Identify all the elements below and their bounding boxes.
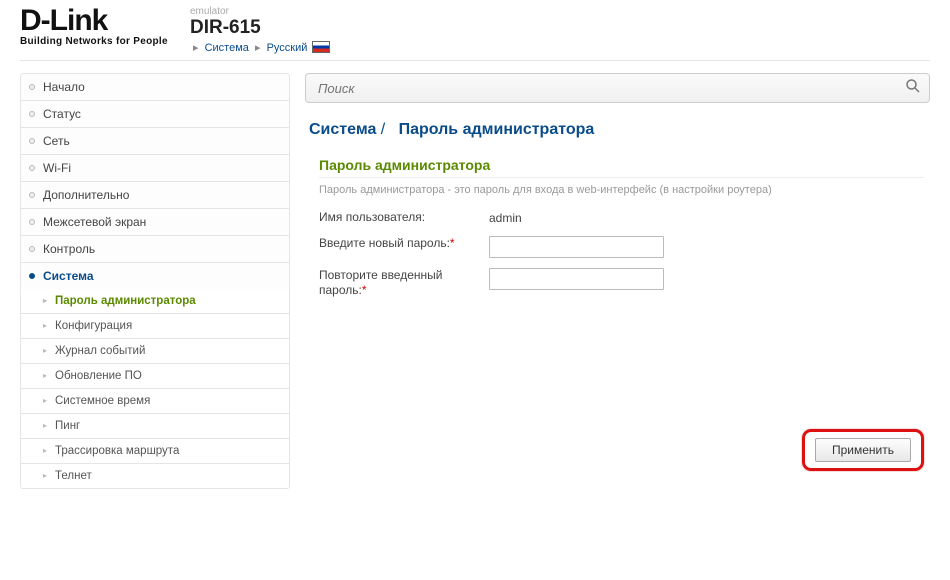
sidebar-subitem-label: Журнал событий [55, 345, 145, 357]
chevron-right-icon: ▸ [255, 42, 261, 54]
admin-password-panel: Пароль администратора Пароль администрат… [305, 157, 930, 299]
bullet-icon [29, 192, 35, 198]
bullet-icon [29, 111, 35, 117]
sidebar-item[interactable]: Wi-Fi [21, 155, 289, 181]
logo-tagline: Building Networks for People [20, 36, 185, 47]
highlight-annotation: Применить [802, 429, 924, 471]
sidebar: Начало Статус Сеть Wi-Fi Дополнительно Межсет… [20, 73, 290, 489]
panel-description: Пароль администратора - это пароль для в… [319, 184, 924, 196]
username-label: Имя пользователя: [319, 210, 489, 226]
search-icon[interactable] [905, 78, 921, 99]
sidebar-subitem-label: Системное время [55, 395, 150, 407]
page-title: Система / Пароль администратора [309, 121, 930, 139]
sidebar-item-label: Начало [43, 80, 85, 94]
chevron-right-icon: ▸ [193, 42, 199, 54]
sidebar-item-label: Статус [43, 107, 81, 121]
new-password-input[interactable] [489, 236, 664, 258]
username-value: admin [489, 210, 522, 225]
sidebar-item-label: Wi-Fi [43, 161, 71, 175]
breadcrumb-system[interactable]: Система [205, 42, 249, 54]
row-new-password: Введите новый пароль:* [319, 236, 924, 258]
main-content: Система / Пароль администратора Пароль а… [305, 73, 930, 489]
panel-heading: Пароль администратора [319, 157, 924, 178]
page-title-section: Система [309, 121, 376, 138]
flag-ru-icon [312, 41, 330, 53]
chevron-right-icon: ▸ [43, 446, 47, 455]
sidebar-item[interactable]: Дополнительно [21, 182, 289, 208]
logo-text: D-Link [20, 6, 185, 36]
action-bar: Применить [305, 429, 930, 471]
sidebar-item-label: Дополнительно [43, 188, 129, 202]
sidebar-subitem-label: Конфигурация [55, 320, 132, 332]
chevron-right-icon: ▸ [43, 371, 47, 380]
sidebar-item-label: Межсетевой экран [43, 215, 146, 229]
sidebar-subitem[interactable]: ▸ Конфигурация [21, 314, 289, 338]
sidebar-item-label: Система [43, 269, 94, 283]
sidebar-item[interactable]: Межсетевой экран [21, 209, 289, 235]
sidebar-item-label: Контроль [43, 242, 95, 256]
row-username: Имя пользователя: admin [319, 210, 924, 226]
bullet-icon [29, 246, 35, 252]
search-bar[interactable] [305, 73, 930, 103]
bullet-icon [29, 138, 35, 144]
chevron-right-icon: ▸ [43, 346, 47, 355]
sidebar-item[interactable]: Система [21, 263, 289, 289]
row-confirm-password: Повторите введенный пароль:* [319, 268, 924, 299]
sidebar-subitem-label: Телнет [55, 470, 92, 482]
chevron-right-icon: ▸ [43, 421, 47, 430]
sidebar-subitem-label: Пинг [55, 420, 80, 432]
sidebar-subitem[interactable]: ▸ Журнал событий [21, 339, 289, 363]
breadcrumb: ▸ Система ▸ Русский [190, 41, 330, 54]
sidebar-subitem[interactable]: ▸ Пароль администратора [21, 289, 289, 313]
sidebar-subitem[interactable]: ▸ Трассировка маршрута [21, 439, 289, 463]
bullet-icon [29, 165, 35, 171]
sidebar-item[interactable]: Статус [21, 101, 289, 127]
confirm-password-label: Повторите введенный пароль:* [319, 268, 489, 299]
sidebar-item[interactable]: Сеть [21, 128, 289, 154]
sidebar-subitem[interactable]: ▸ Телнет [21, 464, 289, 488]
new-password-label: Введите новый пароль:* [319, 236, 489, 252]
sidebar-subitem[interactable]: ▸ Обновление ПО [21, 364, 289, 388]
chevron-right-icon: ▸ [43, 471, 47, 480]
chevron-right-icon: ▸ [43, 321, 47, 330]
page-title-name: Пароль администратора [399, 121, 595, 138]
sidebar-item-label: Сеть [43, 134, 70, 148]
chevron-right-icon: ▸ [43, 296, 47, 305]
logo: D-Link Building Networks for People [20, 6, 185, 47]
device-model: DIR-615 [190, 17, 330, 39]
apply-button[interactable]: Применить [815, 438, 911, 462]
model-block: emulator DIR-615 ▸ Система ▸ Русский [185, 6, 330, 54]
chevron-right-icon: ▸ [43, 396, 47, 405]
sidebar-subitem-label: Трассировка маршрута [55, 445, 179, 457]
breadcrumb-language[interactable]: Русский [267, 42, 308, 54]
bullet-icon [29, 84, 35, 90]
sidebar-subitem-label: Обновление ПО [55, 370, 142, 382]
confirm-password-input[interactable] [489, 268, 664, 290]
sidebar-subitem[interactable]: ▸ Пинг [21, 414, 289, 438]
header: D-Link Building Networks for People emul… [20, 0, 930, 61]
bullet-icon [29, 219, 35, 225]
sidebar-subitem-label: Пароль администратора [55, 295, 196, 307]
sidebar-item[interactable]: Начало [21, 74, 289, 100]
sidebar-subitem[interactable]: ▸ Системное время [21, 389, 289, 413]
search-input[interactable] [314, 75, 905, 102]
emulator-label: emulator [190, 6, 330, 17]
sidebar-item[interactable]: Контроль [21, 236, 289, 262]
bullet-icon [29, 273, 35, 279]
